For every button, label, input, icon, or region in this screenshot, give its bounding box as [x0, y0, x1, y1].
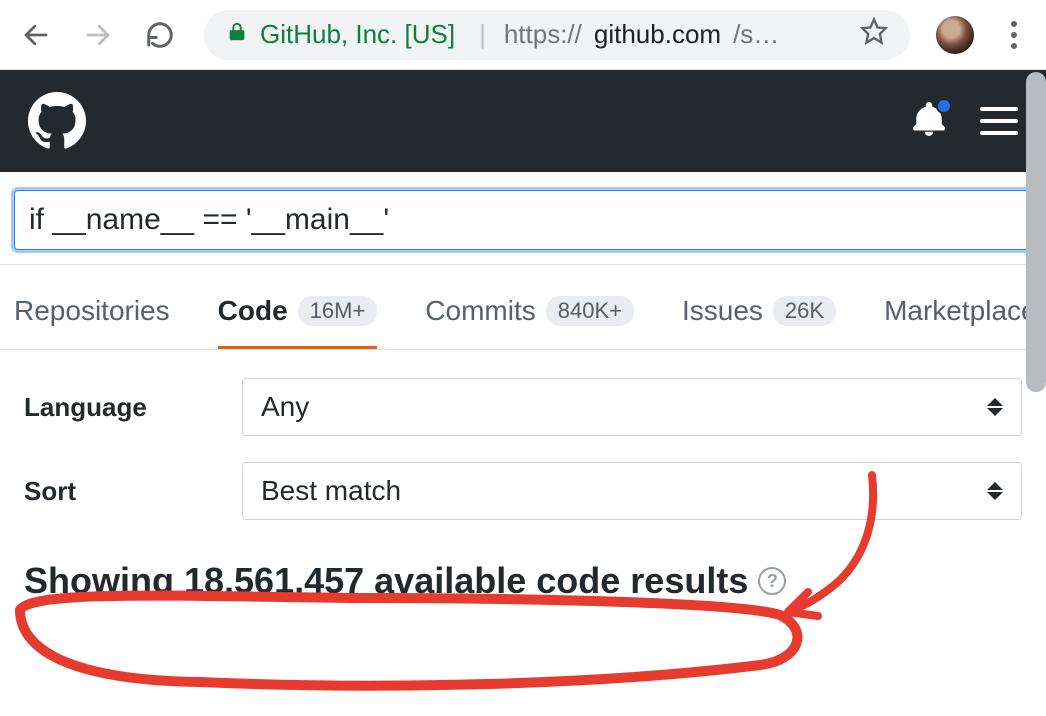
tab-label: Marketplace: [884, 295, 1037, 327]
url-scheme: https://: [504, 19, 582, 50]
updown-caret-icon: [987, 398, 1003, 416]
tab-count: 16M+: [298, 296, 378, 326]
profile-avatar[interactable]: [936, 16, 974, 54]
search-input[interactable]: [14, 190, 1032, 250]
filter-sort-row: Sort Best match: [24, 462, 1022, 520]
tab-repositories[interactable]: Repositories: [14, 295, 170, 349]
notification-dot: [936, 98, 952, 114]
language-select[interactable]: Any: [242, 378, 1022, 436]
filter-language-label: Language: [24, 392, 214, 423]
search-row: [0, 172, 1046, 265]
bookmark-star-icon[interactable]: [860, 17, 888, 52]
filter-language-row: Language Any: [24, 378, 1022, 436]
hamburger-menu-icon[interactable]: [980, 107, 1018, 135]
url-host: github.com: [594, 19, 721, 50]
select-value: Any: [261, 391, 309, 423]
result-tabs: Repositories Code 16M+ Commits 840K+ Iss…: [0, 265, 1046, 350]
notifications-bell-icon[interactable]: [912, 102, 946, 141]
tab-commits[interactable]: Commits 840K+: [425, 295, 634, 349]
help-icon[interactable]: ?: [758, 567, 786, 595]
lock-icon: [226, 19, 248, 50]
github-header: [0, 70, 1046, 172]
tab-count: 840K+: [546, 296, 634, 326]
tab-issues[interactable]: Issues 26K: [682, 295, 836, 349]
reload-button[interactable]: [142, 17, 178, 53]
tab-label: Commits: [425, 295, 535, 327]
tab-marketplace[interactable]: Marketplace: [884, 295, 1037, 349]
github-logo-icon[interactable]: [28, 92, 86, 150]
results-text: Showing 18,561,457 available code result…: [24, 560, 748, 602]
forward-button[interactable]: [80, 17, 116, 53]
filter-sort-label: Sort: [24, 476, 214, 507]
annotation-circle: [20, 596, 797, 686]
separator: |: [479, 19, 486, 50]
url-path: /s…: [733, 19, 779, 50]
updown-caret-icon: [987, 482, 1003, 500]
tab-label: Code: [218, 295, 288, 327]
tab-code[interactable]: Code 16M+: [218, 295, 378, 349]
select-value: Best match: [261, 475, 401, 507]
browser-toolbar: GitHub, Inc. [US] | https:// github.com/s…: [0, 0, 1046, 70]
tab-label: Issues: [682, 295, 763, 327]
filters: Language Any Sort Best match: [0, 350, 1046, 520]
scrollbar-thumb[interactable]: [1026, 72, 1046, 392]
sort-select[interactable]: Best match: [242, 462, 1022, 520]
tab-count: 26K: [773, 296, 836, 326]
results-summary: Showing 18,561,457 available code result…: [0, 546, 1046, 602]
ev-cert-name: GitHub, Inc. [US]: [260, 19, 455, 50]
tab-label: Repositories: [14, 295, 170, 327]
back-button[interactable]: [18, 17, 54, 53]
browser-menu-button[interactable]: [1000, 21, 1028, 49]
address-bar[interactable]: GitHub, Inc. [US] | https:// github.com/s…: [204, 10, 910, 60]
